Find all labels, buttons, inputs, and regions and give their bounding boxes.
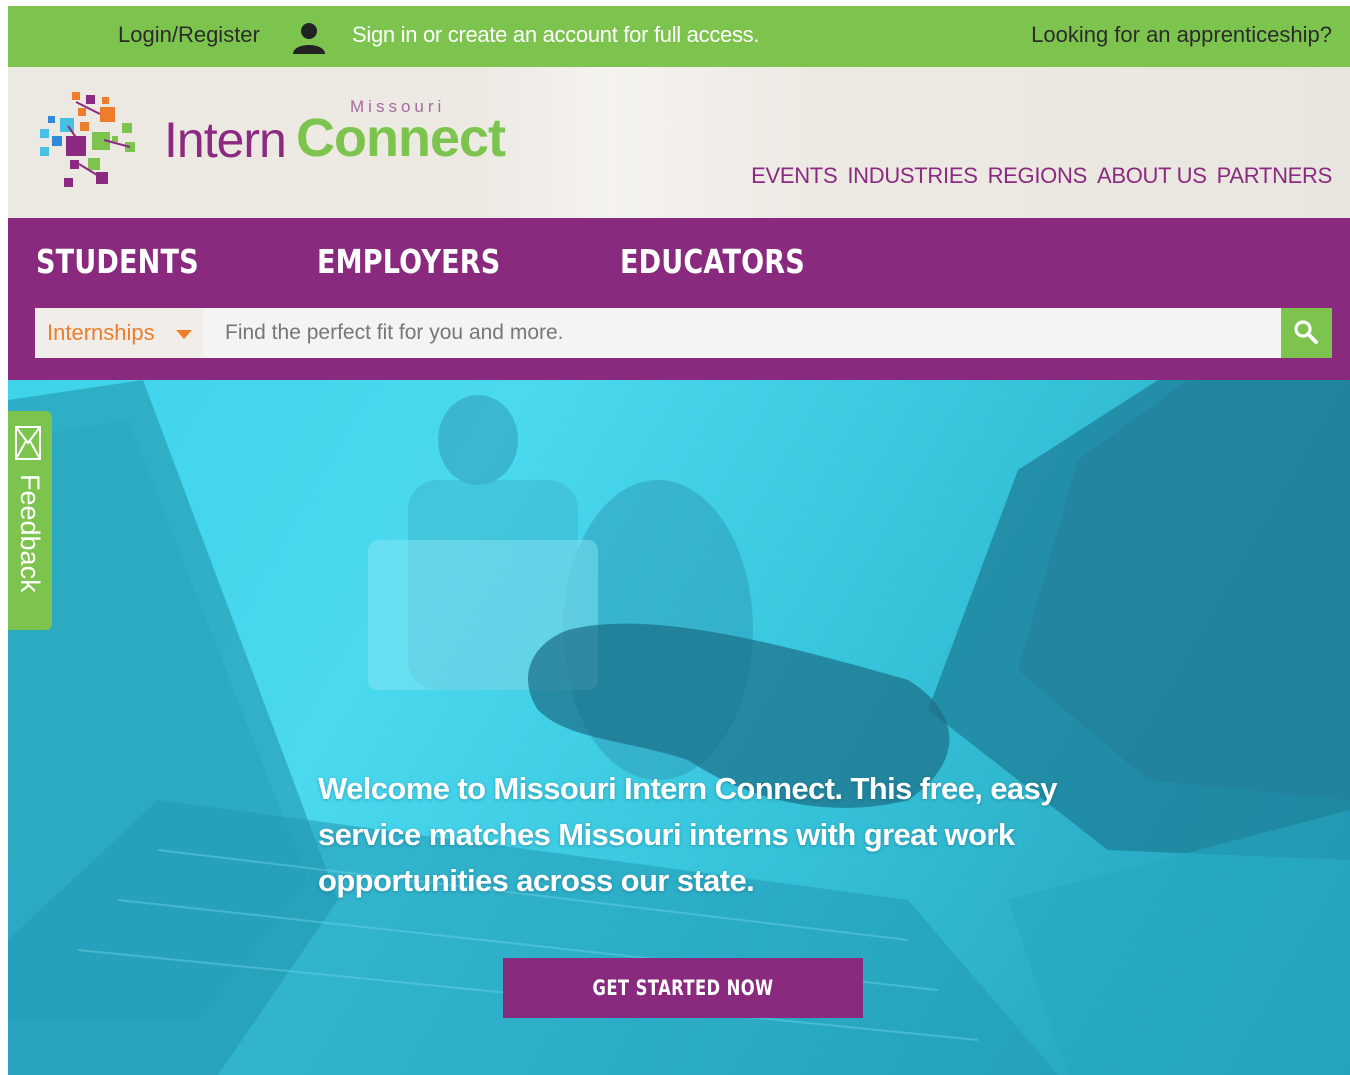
get-started-label: GET STARTED NOW	[592, 976, 774, 1000]
audience-band: STUDENTS EMPLOYERS EDUCATORS Internships	[8, 218, 1350, 380]
nav-partners[interactable]: PARTNERS	[1217, 163, 1333, 189]
search-button[interactable]	[1281, 308, 1332, 358]
nav-events[interactable]: EVENTS	[751, 163, 838, 189]
signin-message: Sign in or create an account for full ac…	[352, 22, 760, 47]
apprenticeship-link[interactable]: Looking for an apprenticeship?	[1031, 22, 1332, 48]
login-register-link[interactable]: Login/Register	[118, 22, 260, 48]
get-started-button[interactable]: GET STARTED NOW	[503, 958, 863, 1018]
search-type-label: Internships	[47, 320, 155, 345]
hero-message: Welcome to Missouri Intern Connect. This…	[318, 771, 1057, 898]
logo-intern-text: Intern	[164, 112, 287, 168]
envelope-icon	[15, 426, 41, 460]
feedback-tab[interactable]: Feedback	[8, 411, 52, 630]
tab-educators[interactable]: EDUCATORS	[620, 242, 805, 281]
search-icon	[1294, 320, 1318, 344]
main-nav: EVENTS INDUSTRIES REGIONS ABOUT US PARTN…	[751, 163, 1332, 189]
feedback-label: Feedback	[15, 474, 45, 593]
search-input[interactable]	[203, 308, 1281, 358]
nav-about-us[interactable]: ABOUT US	[1097, 163, 1207, 189]
site-header: Intern Connect Missouri EVENTS INDUSTRIE…	[8, 67, 1350, 218]
tab-students[interactable]: STUDENTS	[36, 242, 199, 281]
tab-employers[interactable]: EMPLOYERS	[317, 242, 500, 281]
logo-mark-icon[interactable]	[38, 92, 140, 191]
nav-industries[interactable]: INDUSTRIES	[847, 163, 978, 189]
hero-banner: Welcome to Missouri Intern Connect. This…	[8, 380, 1350, 1075]
search-bar: Internships	[35, 308, 1332, 358]
user-icon[interactable]	[291, 20, 327, 56]
search-type-select[interactable]: Internships	[35, 308, 203, 358]
chevron-down-icon	[176, 330, 192, 339]
utility-bar: Login/Register Sign in or create an acco…	[8, 6, 1350, 67]
nav-regions[interactable]: REGIONS	[988, 163, 1088, 189]
logo-state-text: Missouri	[350, 97, 446, 116]
page: Login/Register Sign in or create an acco…	[8, 6, 1350, 1075]
